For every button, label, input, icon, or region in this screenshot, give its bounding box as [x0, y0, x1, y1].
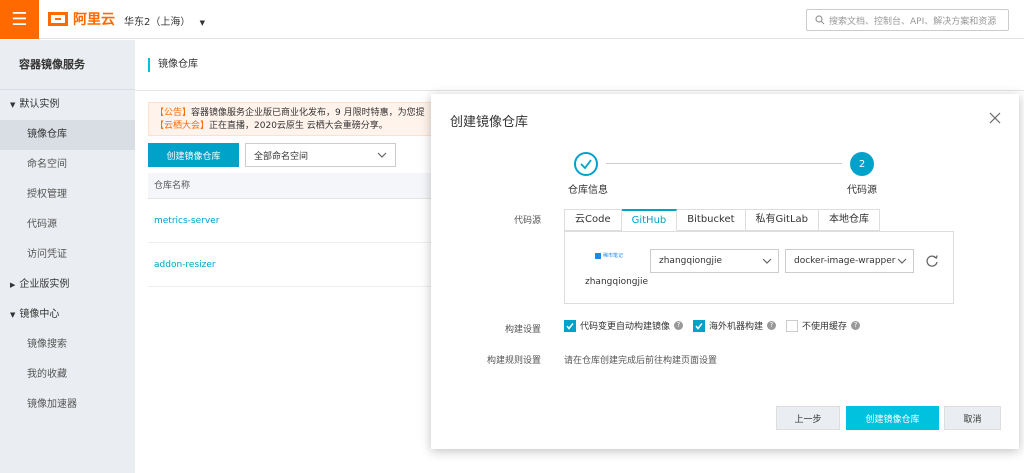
caret-down-icon: ▼ [199, 19, 205, 27]
global-search-input[interactable]: 搜索文档、控制台、API、解决方案和资源 [806, 9, 1009, 31]
account-name: zhangqiongjie [585, 277, 649, 287]
build-rules-hint: 请在仓库创建完成后前往构建页面设置 [564, 356, 718, 366]
create-repository-submit-button[interactable]: 创建镜像仓库 [846, 406, 939, 430]
notice-text: 容器镜像服务企业版已商业化发布，9 月限时特惠，为您提 [191, 108, 425, 118]
account-badge: 稀市笔记 [595, 252, 623, 259]
badge-text: 稀市笔记 [603, 253, 624, 259]
namespace-select[interactable]: 全部命名空间 [245, 143, 396, 167]
notice-tag: 【公告】 [155, 108, 192, 118]
help-icon[interactable]: ? [851, 321, 861, 330]
sidebar-group-label: 企业版实例 [19, 279, 70, 290]
sidebar-group-enterprise[interactable]: ▶ 企业版实例 [0, 270, 135, 300]
divider [135, 90, 1024, 91]
no-cache-label: 不使用缓存 [802, 322, 848, 332]
help-icon[interactable]: ? [767, 321, 777, 330]
sidebar-item-accelerator[interactable]: 镜像加速器 [0, 390, 135, 420]
overseas-build-label: 海外机器构建 [709, 322, 764, 332]
tab-private-gitlab[interactable]: 私有GitLab [745, 209, 820, 231]
sidebar-group-default-instance[interactable]: ▼ 默认实例 [0, 90, 135, 120]
badge-icon [595, 252, 601, 259]
sidebar-group-label: 镜像中心 [19, 309, 60, 320]
page-title: 镜像仓库 [148, 58, 198, 72]
caret-down-icon: ▼ [10, 311, 16, 319]
organization-select[interactable]: zhangqiongjie [650, 249, 779, 273]
table-row-link[interactable]: addon-resizer [148, 243, 448, 287]
step-label-repo-info: 仓库信息 [568, 185, 608, 196]
close-icon[interactable] [989, 112, 1001, 124]
notice-line-2: 【云栖大会】正在直播，2020云原生 云栖大会重磅分享。 [155, 120, 441, 133]
cancel-button[interactable]: 取消 [944, 406, 1001, 430]
sidebar-item-authorization[interactable]: 授权管理 [0, 180, 135, 210]
refresh-icon[interactable] [925, 254, 939, 268]
repository-table: 仓库名称 metrics-server addon-resizer [148, 173, 448, 287]
create-repository-dialog: 创建镜像仓库 2 仓库信息 代码源 代码源 云Code GitHub Bitbu… [431, 94, 1019, 449]
logo-text: 阿里云 [73, 12, 115, 28]
tab-local-repo[interactable]: 本地仓库 [819, 209, 881, 231]
chevron-down-icon [762, 258, 772, 264]
repository-select-value: docker-image-wrapper [794, 256, 896, 266]
top-navbar: ☰ 阿里云 华东2（上海） ▼ 搜索文档、控制台、API、解决方案和资源 [0, 0, 1024, 39]
sidebar-item-access-credentials[interactable]: 访问凭证 [0, 240, 135, 270]
repository-select[interactable]: docker-image-wrapper [785, 249, 914, 273]
chevron-down-icon [377, 152, 387, 158]
namespace-select-value: 全部命名空间 [254, 151, 309, 162]
tab-github[interactable]: GitHub [621, 209, 678, 231]
sidebar-group-label: 默认实例 [19, 99, 60, 110]
notice-link[interactable]: 正在直播，2020云原生 云栖大会重磅分享。 [209, 121, 388, 131]
step-indicator: 2 仓库信息 代码源 [568, 152, 883, 197]
step-connector [606, 163, 842, 164]
notice-line-1: 【公告】容器镜像服务企业版已商业化发布，9 月限时特惠，为您提 [155, 107, 441, 120]
checkmark-icon [580, 159, 592, 170]
build-options: 代码变更自动构建镜像 ? 海外机器构建 ? 不使用缓存 ? [564, 319, 870, 332]
step-label-code-source: 代码源 [847, 185, 877, 196]
table-header-name: 仓库名称 [148, 173, 448, 199]
caret-down-icon: ▼ [10, 101, 16, 109]
region-label: 华东2（上海） [124, 17, 191, 28]
sidebar: 容器镜像服务 ▼ 默认实例 镜像仓库 命名空间 授权管理 代码源 访问凭证 ▶ 企业… [0, 40, 135, 473]
sidebar-item-repositories[interactable]: 镜像仓库 [0, 120, 135, 150]
tab-bitbucket[interactable]: Bitbucket [677, 209, 746, 231]
chevron-down-icon [897, 258, 907, 264]
search-placeholder: 搜索文档、控制台、API、解决方案和资源 [829, 16, 997, 27]
step-active-indicator: 2 [850, 152, 874, 176]
sidebar-item-code-source[interactable]: 代码源 [0, 210, 135, 240]
notice-tag: 【云栖大会】 [155, 121, 210, 131]
logo-mark-icon [48, 12, 68, 26]
sidebar-group-image-center[interactable]: ▼ 镜像中心 [0, 300, 135, 330]
previous-step-button[interactable]: 上一步 [776, 406, 840, 430]
build-rules-label: 构建规则设置 [486, 356, 541, 366]
aliyun-logo[interactable]: 阿里云 [48, 9, 115, 29]
caret-right-icon: ▶ [10, 281, 16, 289]
sidebar-item-favorites[interactable]: 我的收藏 [0, 360, 135, 390]
overseas-build-checkbox[interactable] [693, 319, 706, 332]
code-source-label: 代码源 [513, 216, 541, 226]
menu-icon[interactable]: ☰ [0, 0, 39, 39]
region-selector[interactable]: 华东2（上海） ▼ [124, 13, 205, 28]
search-icon [815, 15, 825, 25]
build-settings-label: 构建设置 [504, 325, 541, 335]
organization-select-value: zhangqiongjie [659, 256, 723, 266]
create-repository-button[interactable]: 创建镜像仓库 [148, 143, 239, 167]
code-source-tabs: 云Code GitHub Bitbucket 私有GitLab 本地仓库 [564, 209, 881, 231]
github-repo-panel: 稀市笔记 zhangqiongjie zhangqiongjie docker-… [564, 231, 954, 304]
sidebar-item-image-search[interactable]: 镜像搜索 [0, 330, 135, 360]
table-row-link[interactable]: metrics-server [148, 199, 448, 243]
no-cache-checkbox[interactable] [786, 319, 799, 332]
sidebar-item-namespaces[interactable]: 命名空间 [0, 150, 135, 180]
auto-build-checkbox[interactable] [564, 319, 576, 332]
help-icon[interactable]: ? [674, 321, 684, 330]
notice-banner: 【公告】容器镜像服务企业版已商业化发布，9 月限时特惠，为您提 【云栖大会】正在… [148, 102, 448, 136]
auto-build-label: 代码变更自动构建镜像 [580, 322, 671, 332]
sidebar-title: 容器镜像服务 [0, 40, 135, 90]
dialog-title: 创建镜像仓库 [450, 115, 529, 130]
checkmark-icon [695, 322, 703, 330]
checkmark-icon [566, 322, 574, 330]
tab-yuncode[interactable]: 云Code [564, 209, 622, 231]
step-done-indicator [574, 152, 598, 176]
